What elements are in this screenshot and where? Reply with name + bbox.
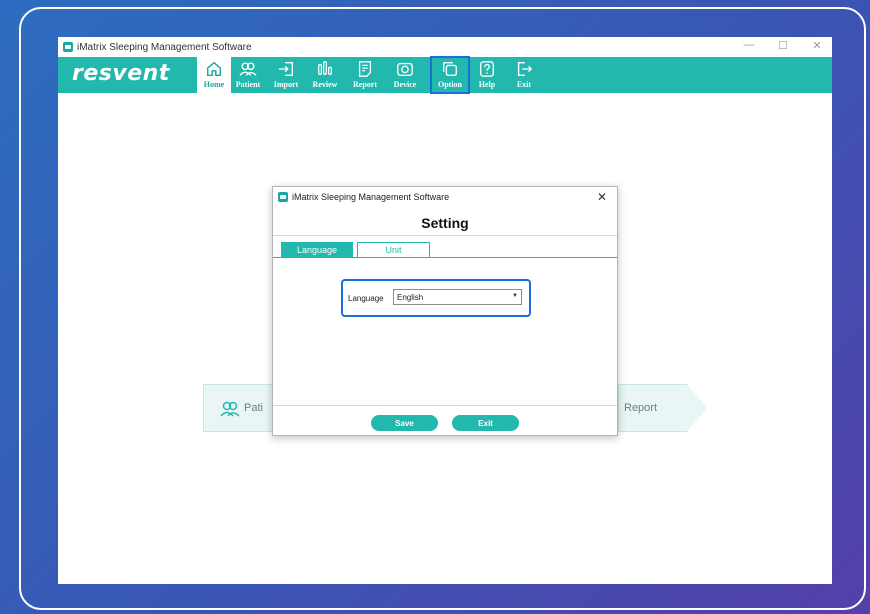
device-button[interactable]: Device [388, 57, 422, 93]
users-icon [239, 62, 257, 76]
dialog-title: iMatrix Sleeping Management Software [292, 192, 450, 202]
report-button[interactable]: Report [348, 57, 382, 93]
tab-underline [273, 257, 617, 258]
exit-button[interactable]: Exit [507, 57, 541, 93]
maximize-icon[interactable]: ☐ [776, 39, 790, 52]
exit-dialog-button[interactable]: Exit [452, 415, 519, 431]
device-icon [397, 62, 413, 76]
close-icon[interactable]: ✕ [810, 39, 824, 52]
dialog-heading: Setting [421, 215, 469, 231]
title-bar: iMatrix Sleeping Management Software — ☐… [58, 37, 832, 57]
exit-icon [517, 62, 533, 76]
app-icon [63, 42, 73, 52]
language-select[interactable]: English ▼ [393, 289, 522, 305]
language-value: English [397, 292, 424, 302]
copy-icon [443, 62, 457, 76]
users-icon [220, 401, 240, 417]
workflow-step-report[interactable]: Report [618, 384, 688, 432]
bars-icon [318, 61, 332, 76]
language-highlight-box: Language English ▼ [341, 279, 531, 317]
dialog-close-icon[interactable]: ✕ [597, 190, 607, 204]
chevron-down-icon: ▼ [512, 293, 518, 299]
window-title: iMatrix Sleeping Management Software [77, 41, 252, 53]
workflow-arrow [687, 384, 707, 432]
home-button[interactable]: Home [197, 57, 231, 93]
divider [273, 235, 617, 236]
minimize-icon[interactable]: — [742, 39, 756, 52]
settings-dialog: iMatrix Sleeping Management Software ✕ S… [272, 186, 618, 436]
document-icon [358, 61, 372, 77]
import-icon [278, 62, 293, 76]
workflow-step-patient[interactable]: Pati [203, 384, 273, 432]
toolbar: resvent Home Patient Import Review Repor… [58, 56, 832, 94]
help-button[interactable]: Help [470, 57, 504, 93]
language-label: Language [348, 294, 384, 303]
app-window: iMatrix Sleeping Management Software — ☐… [58, 37, 832, 584]
patient-button[interactable]: Patient [231, 57, 265, 93]
app-icon [278, 192, 288, 202]
divider [273, 405, 617, 406]
option-button[interactable]: Option [430, 56, 470, 94]
help-icon [480, 61, 494, 77]
review-button[interactable]: Review [308, 57, 342, 93]
tab-unit[interactable]: Unit [357, 242, 430, 257]
import-button[interactable]: Import [269, 57, 303, 93]
workflow-label-patient: Pati [244, 402, 263, 414]
dialog-title-bar: iMatrix Sleeping Management Software ✕ [273, 187, 617, 207]
resvent-logo: resvent [72, 61, 170, 86]
home-icon [206, 61, 222, 77]
workflow-label-report: Report [624, 402, 658, 414]
save-button[interactable]: Save [371, 415, 438, 431]
tab-language[interactable]: Language [281, 242, 353, 257]
